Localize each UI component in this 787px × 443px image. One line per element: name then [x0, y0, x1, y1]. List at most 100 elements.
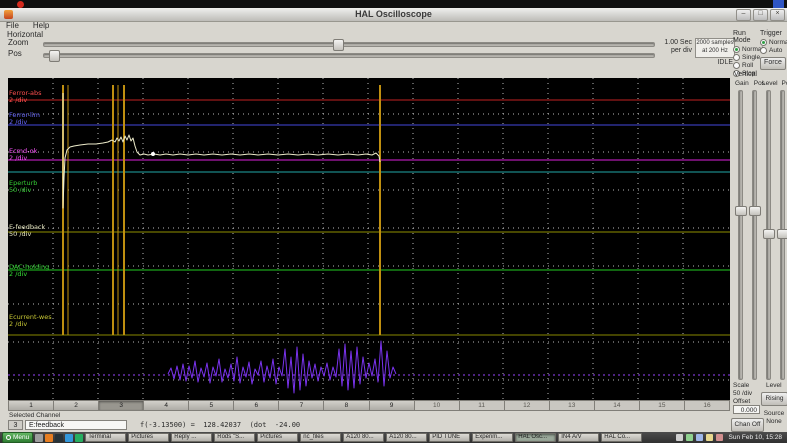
channel-label-e-feedback: E-feedback 50 /div — [9, 224, 45, 237]
volume-icon[interactable] — [685, 434, 693, 441]
selected-channel-name-field[interactable]: E:feedback — [25, 420, 127, 430]
trigger-option-normal[interactable]: Normal — [760, 38, 787, 46]
channel-button-5[interactable]: 5 — [189, 400, 235, 411]
source-value[interactable]: None — [762, 418, 786, 426]
screenshot-icon[interactable] — [75, 433, 84, 442]
pos-slider-handle[interactable] — [49, 50, 61, 62]
radio-icon — [733, 61, 740, 69]
radio-icon — [733, 53, 740, 61]
channel-button-12[interactable]: 12 — [504, 400, 550, 411]
trigger-level-slider-handle[interactable] — [763, 229, 775, 240]
network-icon[interactable] — [675, 434, 683, 441]
task-buttons: Terminal Pictures Reply ... Rods "S... Pictu… — [85, 433, 643, 442]
channel-scale: 2 /div — [9, 269, 28, 278]
channel-button-9[interactable]: 9 — [369, 400, 415, 411]
trigger-option-auto[interactable]: Auto — [760, 46, 786, 54]
task-button-11[interactable]: IN4 A/V — [558, 433, 600, 442]
channel-label-ecmd-ok: Ecmd-ok 2 /div — [9, 148, 37, 161]
minimize-button[interactable]: – — [736, 9, 751, 21]
channel-button-4[interactable]: 4 — [144, 400, 190, 411]
gain-slider[interactable] — [735, 90, 747, 380]
channel-button-15[interactable]: 15 — [639, 400, 685, 411]
task-button-1[interactable]: Pictures — [128, 433, 170, 442]
channel-button-strip: 1 2 3 4 5 6 7 8 9 10 11 12 13 14 15 16 — [8, 400, 730, 411]
vertical-pos-slider-handle[interactable] — [749, 206, 761, 217]
channel-scale: 50 /div — [9, 185, 32, 194]
channel-scale: 50 /div — [9, 229, 32, 238]
terminal-icon[interactable] — [55, 433, 64, 442]
task-button-6[interactable]: A120 80... — [343, 433, 385, 442]
channel-button-16[interactable]: 16 — [684, 400, 730, 411]
task-button-7[interactable]: A120 80... — [386, 433, 428, 442]
task-button-12[interactable]: HAL Co... — [601, 433, 643, 442]
show-desktop-icon[interactable] — [35, 433, 44, 442]
scope-canvas — [8, 78, 730, 400]
bluetooth-icon[interactable] — [695, 434, 703, 441]
window-title: HAL Oscilloscope — [355, 9, 432, 19]
channel-button-7[interactable]: 7 — [279, 400, 325, 411]
channel-button-6[interactable]: 6 — [234, 400, 280, 411]
run-mode-panel: Run Mode Normal Single Roll Stop — [733, 30, 763, 77]
maximize-button[interactable]: □ — [753, 9, 768, 21]
zoom-slider[interactable] — [43, 39, 655, 51]
pos-slider[interactable] — [43, 50, 655, 62]
power-icon[interactable] — [705, 434, 713, 441]
run-mode-option-roll[interactable]: Roll — [733, 61, 761, 69]
offset-value[interactable]: 0.000 — [733, 405, 760, 414]
mint-logo-icon — [6, 435, 11, 440]
task-button-10[interactable]: HAL Osc... — [515, 433, 557, 442]
menu-bar: File Help — [3, 21, 52, 30]
firefox-icon[interactable] — [45, 433, 54, 442]
vertical-pos-slider[interactable] — [749, 90, 761, 380]
trigger-level-slider[interactable] — [763, 90, 775, 380]
messages-icon[interactable] — [715, 434, 723, 441]
channel-button-14[interactable]: 14 — [594, 400, 640, 411]
force-button[interactable]: Force — [760, 57, 786, 70]
run-mode-option-single[interactable]: Single — [733, 53, 761, 61]
channel-button-2[interactable]: 2 — [54, 400, 100, 411]
trigger-pos-slider-handle[interactable] — [777, 229, 787, 240]
menu-file[interactable]: File — [3, 21, 22, 30]
channel-button-1[interactable]: 1 — [8, 400, 55, 411]
clock: Sun Feb 10, 15:28 — [728, 434, 783, 441]
quick-launchers — [35, 433, 84, 442]
task-button-2[interactable]: Reply ... — [171, 433, 213, 442]
menu-help[interactable]: Help — [30, 21, 52, 30]
channel-label-eperturb: Eperturb 50 /div — [9, 180, 37, 193]
run-mode-option-normal[interactable]: Normal — [733, 45, 763, 53]
gain-slider-handle[interactable] — [735, 206, 747, 217]
trigger-pos-slider[interactable] — [777, 90, 787, 380]
vertical-slider-labels: Gain Pos — [735, 80, 765, 87]
channel-scale: 2 /div — [9, 117, 28, 126]
files-icon[interactable] — [65, 433, 74, 442]
scope-display[interactable]: Ferror-abs 2 /div Ferror-lim 2 /div Ecmd-ok 2… — [8, 78, 730, 400]
source-label: Source — [763, 410, 785, 417]
task-button-8[interactable]: PID TUNE — [429, 433, 471, 442]
task-button-0[interactable]: Terminal — [85, 433, 127, 442]
channel-button-13[interactable]: 13 — [549, 400, 595, 411]
channel-button-11[interactable]: 11 — [459, 400, 505, 411]
scale-value: 50 /div — [733, 389, 753, 397]
task-button-5[interactable]: nc_files — [300, 433, 342, 442]
capture-state: IDLE — [717, 59, 733, 66]
titlebar[interactable]: HAL Oscilloscope – □ × — [0, 8, 787, 22]
task-button-3[interactable]: Rods "S... — [214, 433, 256, 442]
sample-rate-indicator[interactable]: 2000 samples at 200 Hz — [695, 38, 735, 58]
offset-label: Offset — [733, 398, 751, 405]
vertical-section-label: Vertical — [734, 71, 757, 78]
chan-off-button[interactable]: Chan Off — [731, 418, 764, 432]
task-button-4[interactable]: Pictures — [257, 433, 299, 442]
channel-button-10[interactable]: 10 — [414, 400, 460, 411]
trigger-panel: Trigger NormalAuto Force — [760, 30, 787, 70]
pos-label: Pos — [8, 49, 22, 58]
close-button[interactable]: × — [770, 9, 785, 21]
trigger-edge-button[interactable]: Rising — [761, 392, 787, 406]
channel-button-3[interactable]: 3 — [99, 400, 145, 411]
trigger-slider-labels: Level Pos — [762, 80, 787, 87]
channel-button-8[interactable]: 8 — [324, 400, 370, 411]
menu-button[interactable]: Menu — [2, 432, 34, 443]
selected-channel-label: Selected Channel — [9, 412, 61, 419]
radio-icon — [733, 45, 740, 53]
scale-block: Scale 50 /div — [733, 382, 752, 397]
task-button-9[interactable]: Experim... — [472, 433, 514, 442]
